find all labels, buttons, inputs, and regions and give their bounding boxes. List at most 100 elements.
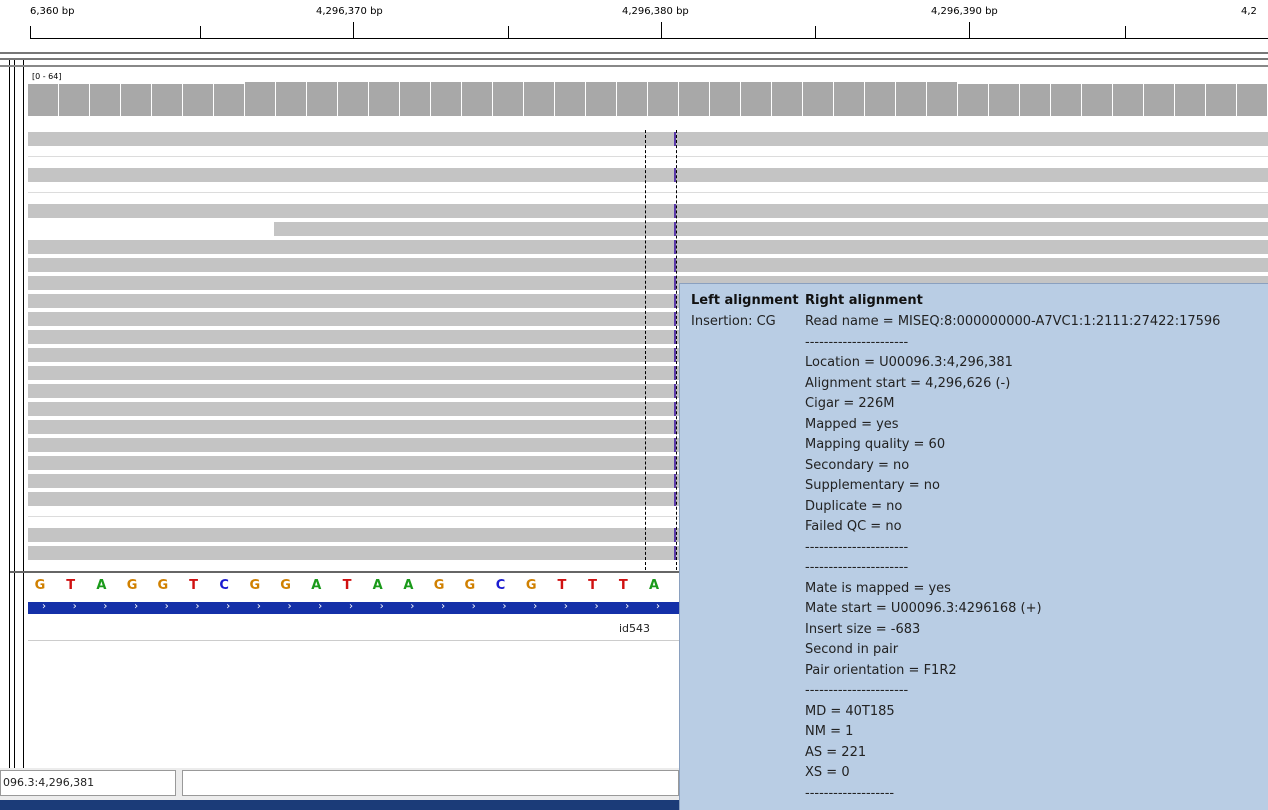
coverage-bar <box>1144 84 1175 116</box>
feature-bar[interactable]: › › › › › › › › › › › › › › › › › › › › › <box>28 601 680 614</box>
popup-detail-line: NM = 1 <box>805 724 854 739</box>
coverage-bar <box>834 82 865 116</box>
popup-detail-line: Mate start = U00096.3:4296168 (+) <box>805 601 1042 616</box>
read-row[interactable] <box>28 192 1268 193</box>
ruler-label: 6,360 bp <box>30 6 75 17</box>
coverage-bar <box>989 84 1020 116</box>
sequence-base: T <box>342 578 352 593</box>
popup-detail-line: Mate is mapped = yes <box>805 580 951 596</box>
coverage-bar <box>896 82 927 116</box>
coverage-bar <box>462 82 493 116</box>
read-row[interactable] <box>28 156 1268 157</box>
strand-arrow-icon: › <box>287 601 292 612</box>
popup-detail-line: Failed QC = no <box>805 519 902 534</box>
coverage-bar <box>245 82 276 116</box>
left-alignment-header: Left alignment <box>691 293 799 308</box>
coverage-bar <box>710 82 741 116</box>
coverage-bar <box>400 82 431 116</box>
right-alignment-header: Right alignment <box>805 293 923 308</box>
genome-ruler[interactable]: 6,360 bp 4,296,370 bp 4,296,380 bp 4,296… <box>0 0 1268 60</box>
coverage-bar <box>679 82 710 116</box>
read-row[interactable] <box>28 258 1268 272</box>
sequence-base: A <box>311 578 322 593</box>
coverage-bar <box>1051 84 1082 116</box>
popup-detail-line: ---------------------- <box>805 560 909 575</box>
panel-divider <box>0 58 1268 60</box>
sequence-base: G <box>433 578 445 593</box>
coverage-bar <box>338 82 369 116</box>
coverage-bar <box>772 82 803 116</box>
strand-arrow-icon: › <box>103 601 108 612</box>
track-divider <box>28 640 680 641</box>
coverage-range: [0 - 64] <box>32 72 62 81</box>
sequence-base: T <box>66 578 76 593</box>
sequence-base: C <box>219 578 229 593</box>
sequence-base: T <box>557 578 567 593</box>
sequence-base: T <box>618 578 628 593</box>
ruler-tick <box>815 26 816 38</box>
coverage-bar <box>958 84 989 116</box>
ruler-tick <box>661 22 662 38</box>
popup-detail-line: Pair orientation = F1R2 <box>805 662 957 678</box>
read-row[interactable] <box>274 222 1268 236</box>
coverage-bar <box>90 84 121 116</box>
status-bar: 096.3:4,296,381 <box>0 768 679 800</box>
ruler-tick <box>508 26 509 38</box>
message-field <box>182 770 679 796</box>
read-row[interactable] <box>28 132 1268 146</box>
sequence-base: G <box>249 578 261 593</box>
coverage-bar <box>183 84 214 116</box>
coverage-bar <box>493 82 524 116</box>
coverage-bar <box>741 82 772 116</box>
read-row[interactable] <box>28 204 1268 218</box>
popup-detail-line: Secondary = no <box>805 457 910 473</box>
sequence-base: G <box>126 578 138 593</box>
coverage-bar <box>431 82 462 116</box>
strand-arrow-icon: › <box>134 601 139 612</box>
coverage-track[interactable]: [0 - 64] <box>24 68 1268 116</box>
alignment-popup[interactable]: Left alignment Right alignment Insertion… <box>679 283 1268 810</box>
coverage-bar <box>152 84 183 116</box>
coverage-bar <box>28 84 59 116</box>
ruler-label: 4,296,390 bp <box>931 6 998 17</box>
locus-text: 096.3:4,296,381 <box>3 776 95 789</box>
ruler-tick <box>200 26 201 38</box>
strand-arrow-icon: › <box>441 601 446 612</box>
strand-arrow-icon: › <box>318 601 323 612</box>
ruler-tick <box>353 22 354 38</box>
popup-detail-line: Read name = MISEQ:8:000000000-A7VC1:1:21… <box>805 314 1221 329</box>
coverage-bar <box>121 84 152 116</box>
coverage-bar <box>586 82 617 116</box>
read-row[interactable] <box>28 168 1268 182</box>
coverage-bar <box>1113 84 1144 116</box>
ruler-tick <box>30 26 31 38</box>
coverage-bar <box>1082 84 1113 116</box>
strand-arrow-icon: › <box>656 601 660 612</box>
strand-arrow-icon: › <box>379 601 384 612</box>
sequence-base: T <box>588 578 598 593</box>
coverage-bar <box>307 82 338 116</box>
strand-arrow-icon: › <box>42 601 46 612</box>
coverage-bar <box>1206 84 1237 116</box>
insertion-info: Insertion: CG <box>691 314 776 329</box>
popup-detail-line: Second in pair <box>805 642 899 657</box>
coverage-bar <box>617 82 648 116</box>
popup-detail-line: Cigar = 226M <box>805 396 895 411</box>
sequence-base: A <box>403 578 414 593</box>
sequence-base: T <box>189 578 198 593</box>
popup-detail-line: ---------------------- <box>805 539 909 555</box>
frame-line <box>9 0 10 810</box>
ruler-label: 4,2 <box>1241 6 1257 17</box>
strand-arrow-icon: › <box>502 601 507 612</box>
read-row[interactable] <box>28 240 1268 254</box>
strand-arrow-icon: › <box>164 601 169 612</box>
panel-divider <box>0 65 1268 67</box>
coverage-bar <box>1175 84 1206 116</box>
coverage-bar <box>214 84 245 116</box>
panel-divider <box>0 52 1268 54</box>
locus-field: 096.3:4,296,381 <box>0 770 176 796</box>
popup-detail-line: ------------------- <box>805 785 895 801</box>
ruler-tick <box>1125 26 1126 38</box>
taskbar <box>0 800 679 810</box>
strand-arrow-icon: › <box>563 601 568 612</box>
